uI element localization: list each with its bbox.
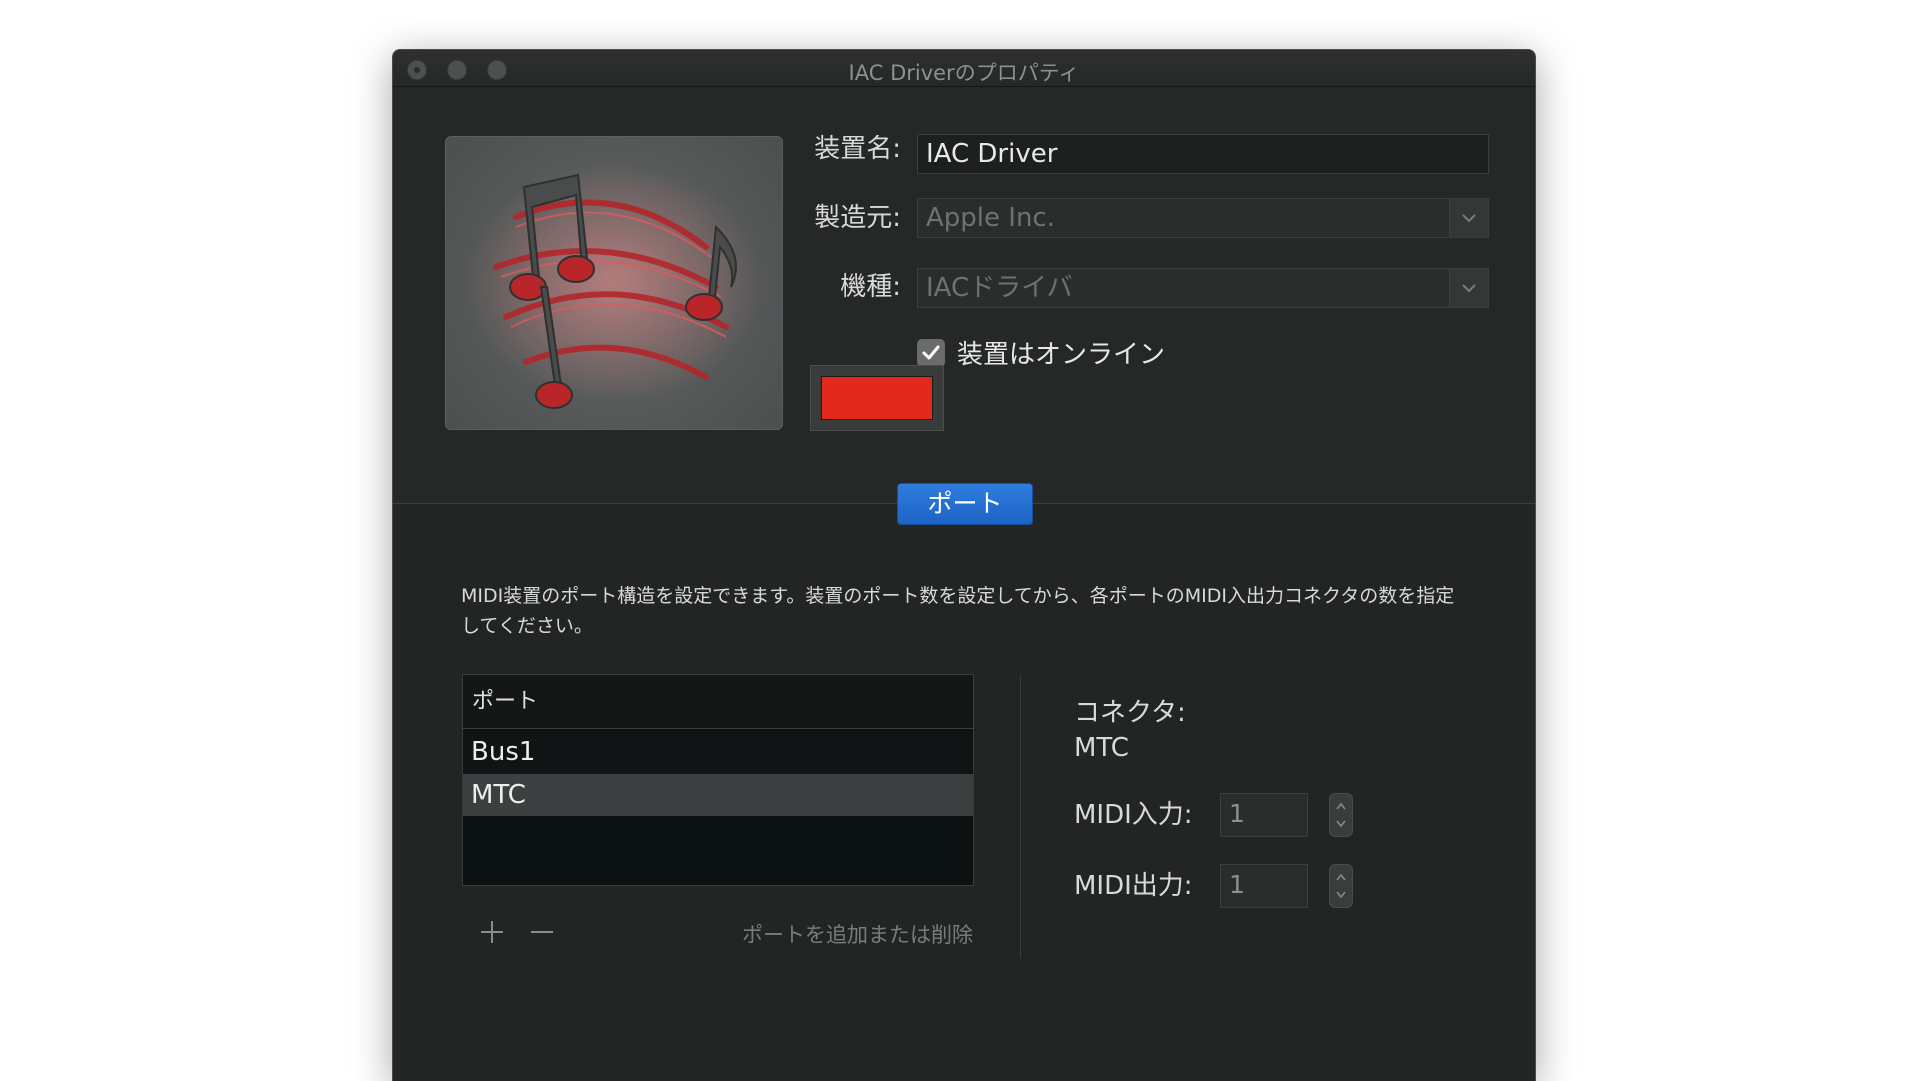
color-swatch — [821, 376, 933, 420]
connector-title: コネクタ: — [1074, 698, 1186, 728]
table-row[interactable]: MTC — [463, 774, 973, 816]
color-well[interactable] — [810, 365, 944, 431]
midi-out-stepper[interactable] — [1329, 864, 1353, 908]
plus-icon[interactable] — [477, 917, 507, 947]
model-popup[interactable]: IACドライバ — [917, 268, 1489, 308]
online-checkbox[interactable] — [917, 339, 945, 367]
manufacturer-popup[interactable]: Apple Inc. — [917, 198, 1489, 238]
chevron-down-icon[interactable] — [1449, 269, 1488, 307]
model-value: IACドライバ — [926, 273, 1073, 303]
table-row[interactable]: Bus1 — [463, 731, 973, 773]
minus-icon[interactable] — [527, 917, 557, 947]
ports-column-header[interactable]: ポート — [463, 675, 973, 729]
tab-ports[interactable]: ポート — [897, 483, 1033, 525]
midi-notes-icon[interactable] — [445, 136, 783, 430]
ports-description: MIDI装置のポート構造を設定できます。装置のポート数を設定してから、各ポートの… — [461, 585, 1455, 637]
midi-in-field[interactable]: 1 — [1220, 793, 1308, 837]
device-name-label: 装置名: — [814, 134, 901, 164]
model-label: 機種: — [840, 272, 901, 302]
checkmark-icon — [922, 345, 940, 360]
online-label: 装置はオンライン — [957, 340, 1166, 370]
properties-window: IAC Driverのプロパティ 装置名: IAC Driver 製造元: Ap… — [392, 49, 1536, 1081]
midi-in-label: MIDI入力: — [1074, 800, 1193, 830]
window-title: IAC Driverのプロパティ — [848, 61, 1080, 85]
manufacturer-value: Apple Inc. — [926, 203, 1055, 233]
midi-out-field[interactable]: 1 — [1220, 864, 1308, 908]
manufacturer-label: 製造元: — [814, 203, 901, 233]
title-bar: IAC Driverのプロパティ — [393, 50, 1535, 87]
device-name-field[interactable]: IAC Driver — [917, 134, 1489, 174]
ports-table[interactable]: ポート Bus1 MTC — [462, 674, 974, 886]
midi-in-stepper[interactable] — [1329, 793, 1353, 837]
connector-name: MTC — [1074, 733, 1129, 763]
midi-out-label: MIDI出力: — [1074, 871, 1193, 901]
chevron-down-icon[interactable] — [1449, 199, 1488, 237]
add-remove-label: ポートを追加または削除 — [742, 923, 973, 947]
vertical-divider — [1020, 676, 1021, 958]
